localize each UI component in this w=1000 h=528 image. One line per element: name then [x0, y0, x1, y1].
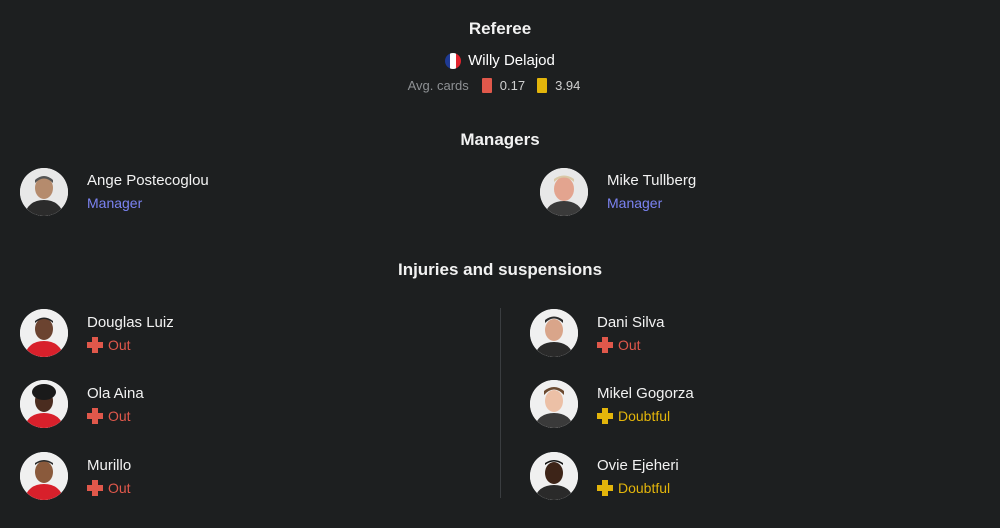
player-name: Dani Silva: [597, 313, 665, 331]
column-divider: [500, 308, 501, 498]
france-flag-icon: [445, 52, 462, 69]
manager-name: Ange Postecoglou: [87, 172, 209, 189]
injury-player-home[interactable]: Murillo Out: [20, 452, 131, 500]
injury-status: Out: [597, 336, 665, 353]
player-avatar: [530, 309, 578, 357]
referee-name[interactable]: Willy Delajod: [468, 52, 555, 69]
player-avatar: [530, 452, 578, 500]
injury-cross-icon: [87, 407, 103, 424]
injury-player-away[interactable]: Ovie Ejeheri Doubtful: [530, 452, 679, 500]
managers-heading: Managers: [460, 130, 540, 149]
injury-cross-icon: [597, 336, 613, 353]
referee-cards: Avg. cards 0.17 3.94: [0, 78, 1000, 93]
injury-player-home[interactable]: Ola Aina Out: [20, 380, 144, 428]
injuries-heading: Injuries and suspensions: [397, 260, 603, 279]
red-cards-value: 0.17: [499, 78, 526, 93]
player-name: Ovie Ejeheri: [597, 456, 679, 474]
injury-cross-icon: [87, 479, 103, 496]
doubtful-cross-icon: [597, 407, 613, 424]
player-avatar: [20, 452, 68, 500]
referee-row: Willy Delajod: [0, 52, 1000, 69]
player-name: Mikel Gogorza: [597, 384, 694, 402]
yellow-cards-value: 3.94: [555, 78, 581, 93]
avg-cards-label: Avg. cards: [407, 78, 469, 93]
injury-status: Doubtful: [597, 407, 694, 424]
manager-avatar: [540, 168, 588, 216]
injury-player-away[interactable]: Mikel Gogorza Doubtful: [530, 380, 694, 428]
player-name: Ola Aina: [87, 384, 144, 402]
manager-away[interactable]: Mike Tullberg Manager: [540, 168, 696, 216]
manager-role: Manager: [87, 195, 143, 211]
player-avatar: [20, 309, 68, 357]
manager-avatar: [20, 168, 68, 216]
referee-heading: Referee: [468, 19, 532, 38]
injury-player-away[interactable]: Dani Silva Out: [530, 309, 665, 357]
red-card-icon: [481, 78, 492, 93]
injury-player-home[interactable]: Douglas Luiz Out: [20, 309, 174, 357]
manager-home[interactable]: Ange Postecoglou Manager: [20, 168, 209, 216]
doubtful-cross-icon: [597, 479, 613, 496]
player-name: Douglas Luiz: [87, 313, 174, 331]
injury-cross-icon: [87, 336, 103, 353]
injury-status: Out: [87, 479, 131, 496]
player-name: Murillo: [87, 456, 132, 474]
manager-name: Mike Tullberg: [607, 172, 697, 189]
player-avatar: [20, 380, 68, 428]
injury-status: Out: [87, 407, 144, 424]
injury-status: Out: [87, 336, 174, 353]
player-avatar: [530, 380, 578, 428]
manager-role: Manager: [607, 195, 663, 211]
yellow-card-icon: [537, 78, 548, 93]
injury-status: Doubtful: [597, 479, 679, 496]
